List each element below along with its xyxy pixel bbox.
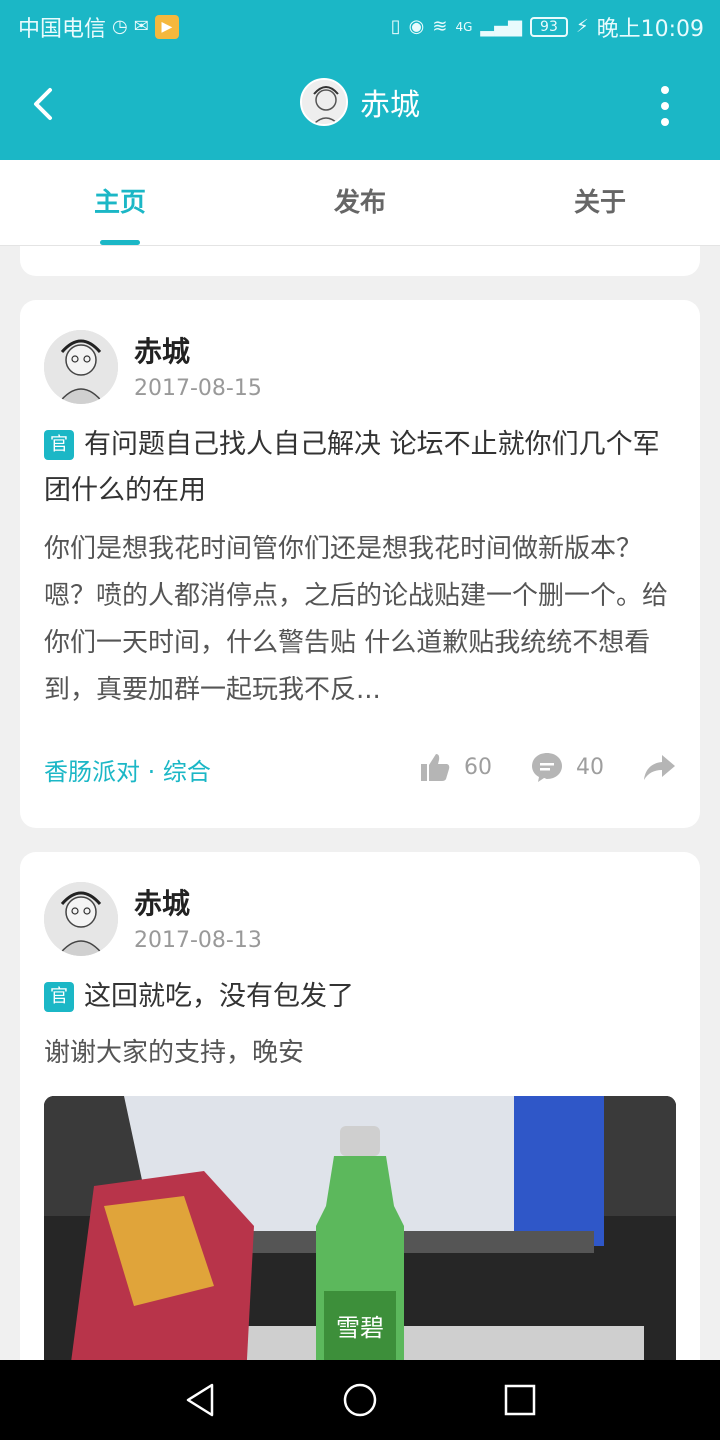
avatar-sketch-icon bbox=[302, 80, 346, 124]
post-date: 2017-08-15 bbox=[134, 376, 262, 401]
official-badge: 官 bbox=[44, 982, 74, 1012]
post-card[interactable]: 赤城 2017-08-13 官这回就吃，没有包发了 谢谢大家的支持，晚安 雪碧 bbox=[20, 852, 700, 1412]
alarm-icon: ◷ bbox=[112, 16, 128, 37]
post-forum-tag[interactable]: 香肠派对 · 综合 bbox=[44, 752, 211, 787]
signal-icon: ▂▄▆ bbox=[480, 16, 522, 37]
post-title[interactable]: 官有问题自己找人自己解决 论坛不止就你们几个军团什么的在用 bbox=[44, 422, 676, 514]
eye-comfort-icon: ◉ bbox=[408, 16, 425, 37]
page-title: 赤城 bbox=[360, 88, 420, 123]
avatar-sketch-icon bbox=[44, 330, 118, 404]
post-stats: 60 40 bbox=[418, 750, 676, 784]
nav-recents-icon[interactable] bbox=[500, 1380, 540, 1420]
network-type-label: 4G bbox=[455, 20, 473, 34]
post-title[interactable]: 官这回就吃，没有包发了 bbox=[44, 974, 676, 1020]
active-tab-indicator bbox=[100, 240, 140, 245]
carrier-label: 中国电信 bbox=[18, 17, 107, 42]
wechat-icon: ✉ bbox=[133, 16, 149, 37]
post-title-text: 有问题自己找人自己解决 论坛不止就你们几个军团什么的在用 bbox=[44, 429, 660, 506]
post-excerpt: 谢谢大家的支持，晚安 bbox=[44, 1038, 305, 1068]
system-nav-bar bbox=[0, 1360, 720, 1440]
nav-back-icon[interactable] bbox=[180, 1380, 220, 1420]
status-bar: 中国电信 ◷ ✉ ▶ ▯ ◉ ≋ 4G ▂▄▆ 93 ⚡ 晚上10:09 bbox=[0, 0, 720, 50]
post-excerpt: 你们是想我花时间管你们还是想我花时间做新版本？嗯？喷的人都消停点，之后的论战贴建… bbox=[44, 534, 669, 705]
profile-tabs: 主页 发布 关于 bbox=[0, 160, 720, 246]
charging-icon: ⚡ bbox=[575, 16, 589, 37]
post-card[interactable]: 赤城 2017-08-15 官有问题自己找人自己解决 论坛不止就你们几个军团什么… bbox=[20, 300, 700, 828]
author-name[interactable]: 赤城 bbox=[134, 882, 190, 922]
post-date: 2017-08-13 bbox=[134, 928, 262, 953]
post-title-text: 这回就吃，没有包发了 bbox=[84, 981, 354, 1012]
wifi-icon: ≋ bbox=[432, 16, 448, 37]
battery-indicator: 93 bbox=[529, 17, 568, 37]
more-dot-icon bbox=[661, 86, 669, 94]
top-app-bar: 赤城 bbox=[0, 50, 720, 160]
author-name[interactable]: 赤城 bbox=[134, 330, 190, 370]
app-header: 中国电信 ◷ ✉ ▶ ▯ ◉ ≋ 4G ▂▄▆ 93 ⚡ 晚上10:09 赤城 bbox=[0, 0, 720, 160]
comment-icon[interactable] bbox=[530, 750, 564, 784]
author-avatar[interactable] bbox=[44, 330, 118, 404]
bottle-label: 雪碧 bbox=[336, 1314, 384, 1342]
share-icon[interactable] bbox=[642, 750, 676, 784]
clock: 晚上10:09 bbox=[596, 17, 704, 42]
official-badge: 官 bbox=[44, 430, 74, 460]
nav-home-icon[interactable] bbox=[340, 1380, 380, 1420]
more-dot-icon bbox=[661, 118, 669, 126]
comment-count: 40 bbox=[576, 754, 604, 780]
more-dot-icon bbox=[661, 102, 669, 110]
tab-about[interactable]: 关于 bbox=[480, 160, 720, 246]
previous-card-bottom bbox=[20, 246, 700, 276]
vibrate-icon: ▯ bbox=[390, 16, 401, 37]
like-count: 60 bbox=[464, 754, 492, 780]
like-icon[interactable] bbox=[418, 750, 452, 784]
app-notification-icon: ▶ bbox=[154, 15, 179, 39]
author-avatar[interactable] bbox=[44, 882, 118, 956]
tab-posts[interactable]: 发布 bbox=[240, 160, 480, 246]
more-options-button[interactable] bbox=[650, 86, 680, 126]
profile-avatar[interactable] bbox=[300, 78, 348, 126]
tab-home[interactable]: 主页 bbox=[0, 160, 240, 246]
avatar-sketch-icon bbox=[44, 882, 118, 956]
